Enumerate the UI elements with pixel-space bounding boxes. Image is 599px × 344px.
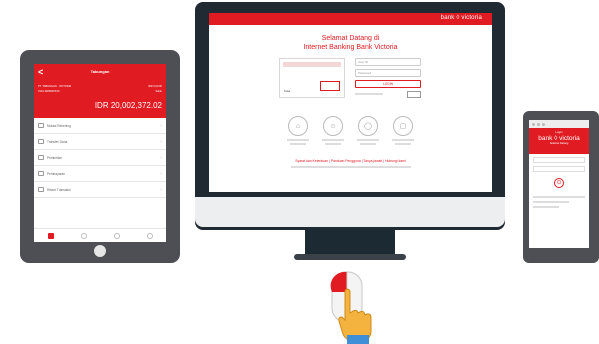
- captcha-box: Kata: [279, 58, 345, 98]
- chevron-right-icon: ›: [160, 154, 162, 161]
- monitor-stand: [305, 229, 395, 254]
- home-icon[interactable]: [47, 232, 54, 239]
- account-info: PT. TABUNGAN - VICTORIA 0123 4280000XXX: [38, 84, 71, 94]
- captcha-hint: [355, 93, 383, 95]
- account-number: 0123 4280000XXX: [38, 90, 60, 93]
- menu-item-pembayaran[interactable]: Pembayaran ›: [34, 166, 166, 182]
- feature-icons: ⌂ ☺ ◯ ▢: [209, 116, 492, 145]
- nav-icon-4[interactable]: [146, 232, 153, 239]
- footer-links[interactable]: Syarat dan Ketentuan | Panduan Pengguna …: [209, 159, 492, 163]
- captcha-input-row: [355, 91, 421, 98]
- menu-item-transfer[interactable]: Transfer Dana ›: [34, 134, 166, 150]
- chevron-right-icon: ›: [160, 138, 162, 145]
- lock-icon: ⌂: [288, 116, 308, 136]
- phone-user-field[interactable]: [533, 157, 585, 163]
- feature-item[interactable]: ◯: [357, 116, 379, 145]
- monitor-chin: [195, 197, 505, 227]
- chevron-right-icon: ›: [160, 122, 162, 129]
- password-field[interactable]: Password: [355, 69, 421, 77]
- welcome-line-2: Internet Banking Bank Victoria: [303, 44, 398, 51]
- welcome-heading: Selamat Datang di Internet Banking Bank …: [209, 34, 492, 52]
- phone-login-icon[interactable]: ⊙: [554, 178, 564, 188]
- menu-item-histori[interactable]: Histori Transaksi ›: [34, 182, 166, 198]
- tablet-title: Tabungan: [90, 69, 110, 74]
- tablet-home-button[interactable]: [94, 245, 106, 257]
- cart-icon: [38, 155, 44, 160]
- meta-line-2: Saldo: [155, 90, 162, 93]
- menu-item-mutasi[interactable]: Mutasi Rekening ›: [34, 118, 166, 134]
- window-dot-icon: [532, 122, 535, 126]
- nav-icon-3[interactable]: [113, 232, 120, 239]
- phone-header: Login bank ◊ victoria Selamat Datang: [529, 128, 589, 154]
- window-dot-icon: [537, 122, 540, 126]
- user-id-field[interactable]: User ID: [355, 58, 421, 66]
- menu-label: Pembelian: [47, 155, 63, 160]
- list-icon: [38, 123, 44, 128]
- menu-item-pembelian[interactable]: Pembelian ›: [34, 150, 166, 166]
- monitor-base: [294, 254, 406, 260]
- chevron-right-icon: ›: [160, 186, 162, 193]
- login-form: User ID Password LOGIN: [355, 58, 421, 104]
- menu-label: Pembayaran: [47, 171, 66, 176]
- shield-icon: ◯: [358, 116, 378, 136]
- phone-footer-lines: [533, 196, 585, 208]
- site-header: bank ◊ victoria: [209, 13, 492, 25]
- tablet-screen: < Tabungan PT. TABUNGAN - VICTORIA 0123 …: [34, 64, 166, 242]
- phone-bank-logo: bank ◊ victoria: [538, 135, 580, 142]
- phone-login-label: Login: [555, 130, 563, 134]
- menu-label: Histori Transaksi: [47, 187, 71, 192]
- account-meta: IDR 0,00.00 Saldo: [148, 84, 162, 94]
- document-icon: ▢: [393, 116, 413, 136]
- tablet-header: < Tabungan PT. TABUNGAN - VICTORIA 0123 …: [34, 64, 166, 118]
- tablet-bottom-nav: [34, 228, 166, 242]
- captcha-label: Kata: [284, 89, 291, 93]
- phone-password-field[interactable]: [533, 166, 585, 172]
- login-area: Kata User ID Password LOGIN: [209, 58, 492, 104]
- login-button[interactable]: LOGIN: [355, 80, 421, 88]
- balance-amount: IDR 20,002,372.02: [94, 101, 162, 110]
- welcome-line-1: Selamat Datang di: [321, 35, 380, 42]
- chevron-right-icon: ›: [160, 170, 162, 177]
- captcha-input[interactable]: [407, 91, 421, 98]
- menu-label: Mutasi Rekening: [47, 123, 71, 128]
- footer-copyright: [290, 166, 411, 168]
- captcha-notice: [283, 62, 341, 67]
- nav-icon-2[interactable]: [80, 232, 87, 239]
- phone-screen: Login bank ◊ victoria Selamat Datang ⊙: [529, 120, 589, 248]
- bank-logo[interactable]: bank ◊ victoria: [441, 15, 482, 21]
- tablet-menu: Mutasi Rekening › Transfer Dana › Pembelia…: [34, 118, 166, 198]
- window-dot-icon: [542, 122, 545, 126]
- hand-pointer-icon: [338, 288, 372, 344]
- monitor-screen: bank ◊ victoria Selamat Datang di Intern…: [209, 13, 492, 192]
- user-icon: ☺: [323, 116, 343, 136]
- transfer-icon: [38, 139, 44, 144]
- feature-item[interactable]: ▢: [392, 116, 414, 145]
- feature-item[interactable]: ⌂: [287, 116, 309, 145]
- menu-label: Transfer Dana: [47, 139, 68, 144]
- payment-icon: [38, 171, 44, 176]
- phone-subtitle: Selamat Datang: [549, 142, 569, 145]
- feature-item[interactable]: ☺: [322, 116, 344, 145]
- history-icon: [38, 187, 44, 192]
- browser-bar: [529, 120, 589, 128]
- captcha-image: [320, 81, 340, 91]
